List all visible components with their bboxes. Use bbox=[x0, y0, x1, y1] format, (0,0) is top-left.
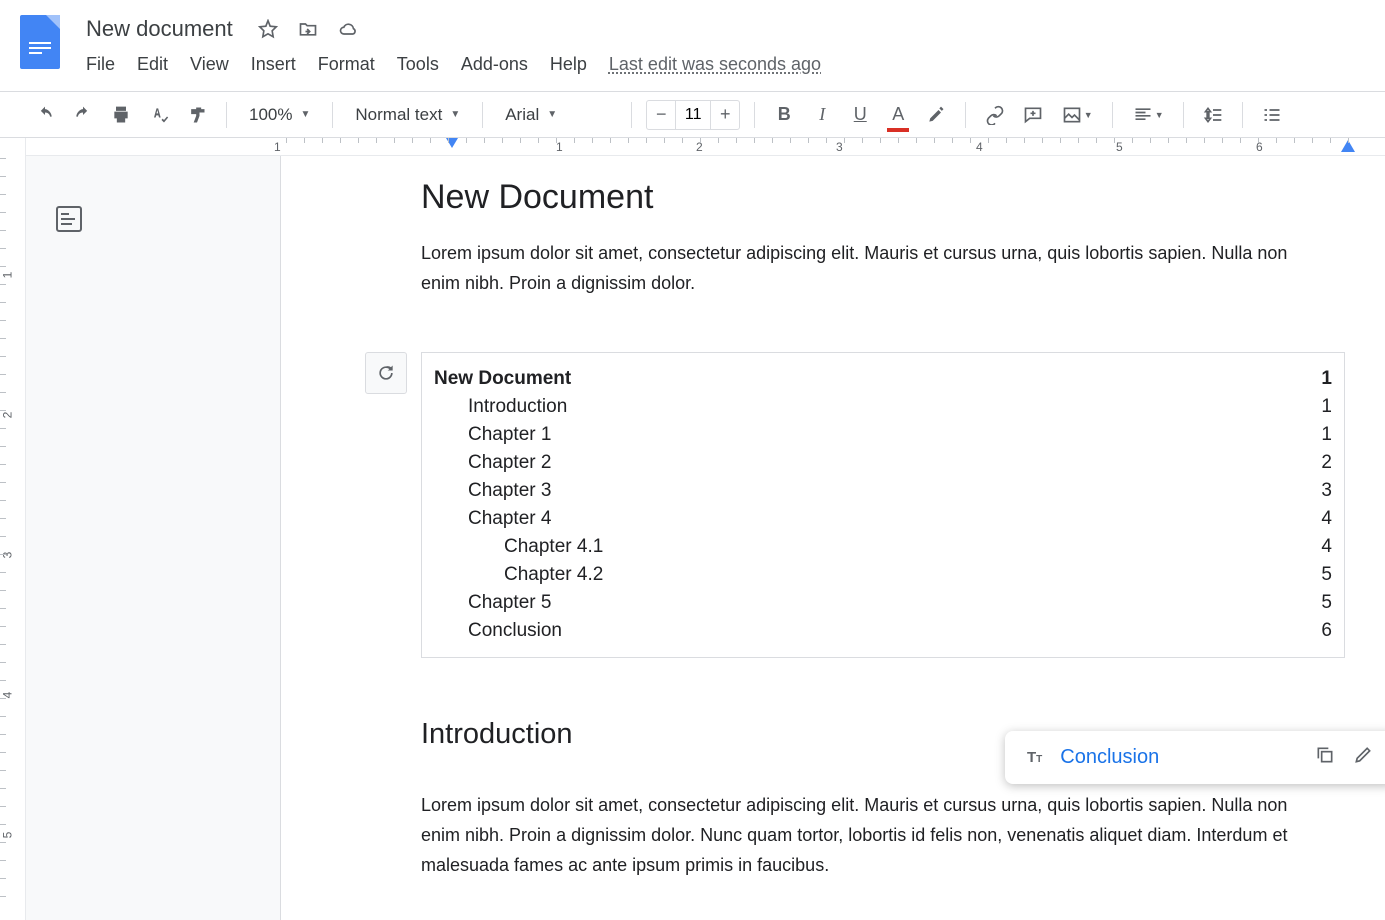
toc-page-number: 2 bbox=[1321, 452, 1332, 474]
redo-button[interactable] bbox=[68, 100, 98, 130]
docs-logo-icon[interactable] bbox=[20, 15, 60, 69]
star-icon[interactable] bbox=[257, 18, 279, 40]
toc-row[interactable]: Chapter 4 4 bbox=[422, 505, 1344, 533]
toc-page-number: 1 bbox=[1321, 424, 1332, 446]
ruler-number: 1 bbox=[274, 140, 281, 154]
insert-image-button[interactable]: ▼ bbox=[1056, 100, 1098, 130]
ruler-number: 5 bbox=[0, 832, 14, 839]
ruler-number: 3 bbox=[0, 552, 14, 559]
font-size-control: − + bbox=[646, 100, 740, 130]
section-paragraph[interactable]: Lorem ipsum dolor sit amet, consectetur … bbox=[421, 791, 1291, 880]
font-size-increase-button[interactable]: + bbox=[711, 101, 739, 129]
spellcheck-button[interactable] bbox=[144, 100, 174, 130]
toc-label: Chapter 4.2 bbox=[504, 564, 603, 586]
toc-label: Chapter 2 bbox=[468, 452, 551, 474]
intro-paragraph[interactable]: Lorem ipsum dolor sit amet, consectetur … bbox=[421, 239, 1291, 298]
menu-help[interactable]: Help bbox=[550, 54, 587, 75]
ruler-number: 1 bbox=[0, 272, 14, 279]
toc-page-number: 3 bbox=[1321, 480, 1332, 502]
font-size-decrease-button[interactable]: − bbox=[647, 101, 675, 129]
vertical-ruler[interactable]: 12345 bbox=[0, 138, 26, 920]
toc-page-number: 1 bbox=[1321, 396, 1332, 418]
menu-addons[interactable]: Add-ons bbox=[461, 54, 528, 75]
text-format-icon: TT bbox=[1027, 749, 1042, 766]
menu-view[interactable]: View bbox=[190, 54, 229, 75]
move-folder-icon[interactable] bbox=[297, 18, 319, 40]
toc-row[interactable]: Introduction 1 bbox=[422, 393, 1344, 421]
toc-label: Chapter 5 bbox=[468, 592, 551, 614]
table-of-contents: New Document1Introduction1Chapter 11Chap… bbox=[421, 352, 1345, 658]
link-popup: TT Conclusion bbox=[1005, 731, 1385, 784]
menu-edit[interactable]: Edit bbox=[137, 54, 168, 75]
toc-page-number: 6 bbox=[1321, 620, 1332, 642]
font-dropdown[interactable]: Arial▼ bbox=[497, 100, 617, 130]
outline-sidebar bbox=[26, 156, 280, 920]
workspace: 1 2 3 4 5 1 1 2 3 4 5 6 New Document Lorem ipsum d… bbox=[0, 138, 1385, 920]
toc-page-number: 1 bbox=[1321, 368, 1332, 390]
bold-button[interactable]: B bbox=[769, 100, 799, 130]
checklist-button[interactable] bbox=[1257, 100, 1287, 130]
horizontal-ruler[interactable]: 1123456 bbox=[26, 138, 1385, 156]
toc-label: Chapter 1 bbox=[468, 424, 551, 446]
menu-format[interactable]: Format bbox=[318, 54, 375, 75]
toc-label: Chapter 4.1 bbox=[504, 536, 603, 558]
toc-label: Chapter 4 bbox=[468, 508, 551, 530]
zoom-dropdown[interactable]: 100%▼ bbox=[241, 100, 318, 130]
app-header: New document File Edit View Insert Forma… bbox=[0, 0, 1385, 92]
add-comment-button[interactable] bbox=[1018, 100, 1048, 130]
ruler-number: 1 bbox=[556, 140, 563, 154]
ruler-number: 5 bbox=[1116, 140, 1123, 154]
highlight-button[interactable] bbox=[921, 100, 951, 130]
outline-toggle-icon[interactable] bbox=[56, 206, 82, 232]
toc-page-number: 4 bbox=[1321, 536, 1332, 558]
document-page[interactable]: New Document Lorem ipsum dolor sit amet,… bbox=[280, 156, 1385, 920]
last-edit-link[interactable]: Last edit was seconds ago bbox=[609, 54, 821, 75]
cloud-status-icon[interactable] bbox=[337, 18, 359, 40]
line-spacing-button[interactable] bbox=[1198, 100, 1228, 130]
toc-row[interactable]: Chapter 5 5 bbox=[422, 589, 1344, 617]
insert-link-button[interactable] bbox=[980, 100, 1010, 130]
menu-file[interactable]: File bbox=[86, 54, 115, 75]
document-heading[interactable]: New Document bbox=[421, 178, 1355, 217]
toc-row[interactable]: Chapter 4.2 5 bbox=[422, 561, 1344, 589]
toc-refresh-button[interactable] bbox=[365, 352, 407, 394]
copy-link-icon[interactable] bbox=[1315, 745, 1335, 770]
text-color-button[interactable]: A bbox=[883, 100, 913, 130]
toc-row[interactable]: Chapter 2 2 bbox=[422, 449, 1344, 477]
font-size-input[interactable] bbox=[675, 101, 711, 129]
toc-page-number: 4 bbox=[1321, 508, 1332, 530]
toc-label: Introduction bbox=[468, 396, 567, 418]
menu-bar: File Edit View Insert Format Tools Add-o… bbox=[80, 46, 1385, 82]
menu-tools[interactable]: Tools bbox=[397, 54, 439, 75]
toc-row[interactable]: Conclusion 6 bbox=[422, 617, 1344, 645]
paint-format-button[interactable] bbox=[182, 100, 212, 130]
toc-row[interactable]: Chapter 4.1 4 bbox=[422, 533, 1344, 561]
undo-button[interactable] bbox=[30, 100, 60, 130]
document-title[interactable]: New document bbox=[80, 14, 239, 44]
menu-insert[interactable]: Insert bbox=[251, 54, 296, 75]
logo-container bbox=[0, 0, 80, 91]
edit-link-icon[interactable] bbox=[1353, 745, 1373, 770]
style-dropdown[interactable]: Normal text▼ bbox=[347, 100, 468, 130]
popup-link[interactable]: Conclusion bbox=[1060, 746, 1297, 769]
ruler-number: 2 bbox=[0, 412, 14, 419]
ruler-number: 4 bbox=[976, 140, 983, 154]
toc-label: New Document bbox=[434, 368, 571, 390]
toc-row[interactable]: Chapter 1 1 bbox=[422, 421, 1344, 449]
toc-page-number: 5 bbox=[1321, 592, 1332, 614]
toc-row[interactable]: New Document 1 bbox=[422, 365, 1344, 393]
toc-page-number: 5 bbox=[1321, 564, 1332, 586]
toc-label: Chapter 3 bbox=[468, 480, 551, 502]
ruler-number: 3 bbox=[836, 140, 843, 154]
ruler-number: 6 bbox=[1256, 140, 1263, 154]
toc-row[interactable]: Chapter 3 3 bbox=[422, 477, 1344, 505]
align-button[interactable]: ▼ bbox=[1127, 100, 1169, 130]
toolbar: 100%▼ Normal text▼ Arial▼ − + B I U A ▼ … bbox=[0, 92, 1385, 138]
underline-button[interactable]: U bbox=[845, 100, 875, 130]
toc-label: Conclusion bbox=[468, 620, 562, 642]
print-button[interactable] bbox=[106, 100, 136, 130]
italic-button[interactable]: I bbox=[807, 100, 837, 130]
